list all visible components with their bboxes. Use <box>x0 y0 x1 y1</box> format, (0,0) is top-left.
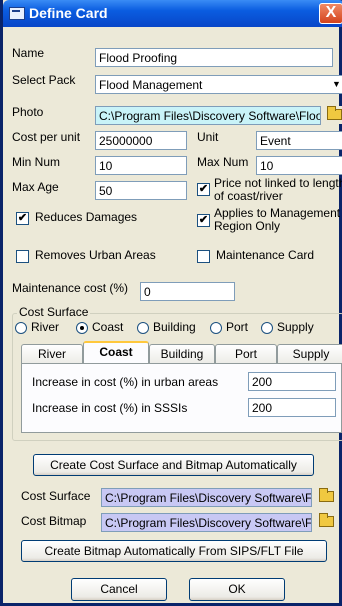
ok-button[interactable]: OK <box>189 578 285 601</box>
cancel-button[interactable]: Cancel <box>71 578 167 601</box>
radio-supply-label: Supply <box>277 320 314 334</box>
price-not-linked-checkbox[interactable]: ✔ <box>197 183 210 196</box>
close-button[interactable]: X <box>319 3 342 24</box>
radio-coast[interactable] <box>76 322 88 334</box>
card-icon <box>9 7 25 20</box>
maintenance-card-checkbox[interactable] <box>197 250 210 263</box>
price-not-linked-label-line2: of coast/river <box>214 189 283 203</box>
tab-coast[interactable]: Coast <box>83 341 149 364</box>
maintenance-cost-field[interactable]: 0 <box>140 282 235 301</box>
cost-surface-group-title: Cost Surface <box>17 305 91 319</box>
radio-building[interactable] <box>137 322 149 334</box>
window-title: Define Card <box>29 5 108 21</box>
max-num-field[interactable]: 10 <box>256 156 342 175</box>
folder-open-icon <box>327 106 342 120</box>
cost-bitmap-file-label: Cost Bitmap <box>21 514 87 528</box>
applies-management-checkbox[interactable]: ✔ <box>197 214 210 227</box>
price-not-linked-label-line1: Price not linked to length <box>214 176 342 190</box>
tab-building[interactable]: Building <box>149 344 215 364</box>
maintenance-card-label: Maintenance Card <box>216 248 315 262</box>
sssi-increase-field[interactable]: 200 <box>248 398 336 417</box>
radio-supply[interactable] <box>261 322 273 334</box>
tab-river[interactable]: River <box>21 344 83 364</box>
define-card-window: Define Card X Name Flood Proofing Select… <box>0 0 342 606</box>
folder-open-icon <box>319 513 334 527</box>
radio-building-label: Building <box>153 320 196 334</box>
cost-surface-browse-button[interactable] <box>317 488 337 506</box>
photo-label: Photo <box>12 105 44 119</box>
applies-management-label-line2: Region Only <box>214 219 281 233</box>
name-field[interactable]: Flood Proofing <box>95 48 333 67</box>
min-num-field[interactable]: 10 <box>95 156 187 175</box>
cost-surface-tabs: River Coast Building Port Supply <box>21 341 342 364</box>
chevron-down-icon[interactable]: ▼ <box>327 76 342 93</box>
radio-river[interactable] <box>15 322 27 334</box>
tab-supply[interactable]: Supply <box>277 344 342 364</box>
cost-per-unit-field[interactable]: 25000000 <box>95 131 187 150</box>
cost-bitmap-file-field[interactable]: C:\Program Files\Discovery Software\Fl <box>101 513 312 532</box>
cost-surface-file-label: Cost Surface <box>21 489 91 503</box>
applies-management-label: Applies to Management Region Only <box>214 207 340 233</box>
create-cost-surface-button[interactable]: Create Cost Surface and Bitmap Automatic… <box>33 454 314 476</box>
urban-increase-field[interactable]: 200 <box>248 372 336 391</box>
max-age-label: Max Age <box>12 180 59 194</box>
select-pack-dropdown[interactable]: Flood Management ▼ <box>95 75 342 94</box>
cost-bitmap-browse-button[interactable] <box>317 513 337 531</box>
radio-coast-label: Coast <box>92 320 124 334</box>
maintenance-cost-label: Maintenance cost (%) <box>12 281 129 295</box>
name-label: Name <box>12 46 45 60</box>
removes-urban-label: Removes Urban Areas <box>35 248 156 262</box>
radio-port[interactable] <box>210 322 222 334</box>
coast-tab-panel: Increase in cost (%) in urban areas 200 … <box>21 363 342 433</box>
select-pack-label: Select Pack <box>12 73 76 87</box>
urban-increase-label: Increase in cost (%) in urban areas <box>32 375 219 389</box>
radio-port-label: Port <box>226 320 249 334</box>
max-num-label: Max Num <box>197 155 249 169</box>
max-age-field[interactable]: 50 <box>95 181 187 200</box>
sssi-increase-label: Increase in cost (%) in SSSIs <box>32 401 188 415</box>
reduces-damages-label: Reduces Damages <box>35 210 138 224</box>
unit-label: Unit <box>197 130 219 144</box>
tab-port[interactable]: Port <box>215 344 277 364</box>
price-not-linked-label: Price not linked to length of coast/rive… <box>214 177 342 203</box>
photo-path-field[interactable]: C:\Program Files\Discovery Software\Floo <box>95 106 321 125</box>
removes-urban-checkbox[interactable] <box>16 250 29 263</box>
min-num-label: Min Num <box>12 155 61 169</box>
unit-field[interactable]: Event <box>256 131 342 150</box>
folder-open-icon <box>319 488 334 502</box>
title-bar: Define Card X <box>3 0 342 27</box>
radio-river-label: River <box>31 320 60 334</box>
select-pack-value: Flood Management <box>99 78 203 92</box>
cost-surface-file-field[interactable]: C:\Program Files\Discovery Software\Fl <box>101 488 312 507</box>
photo-browse-button[interactable] <box>325 106 342 124</box>
create-bitmap-button[interactable]: Create Bitmap Automatically From SIPS/FL… <box>21 540 327 562</box>
reduces-damages-checkbox[interactable]: ✔ <box>16 212 29 225</box>
cost-per-unit-label: Cost per unit <box>12 130 81 144</box>
applies-management-label-line1: Applies to Management <box>214 206 341 220</box>
